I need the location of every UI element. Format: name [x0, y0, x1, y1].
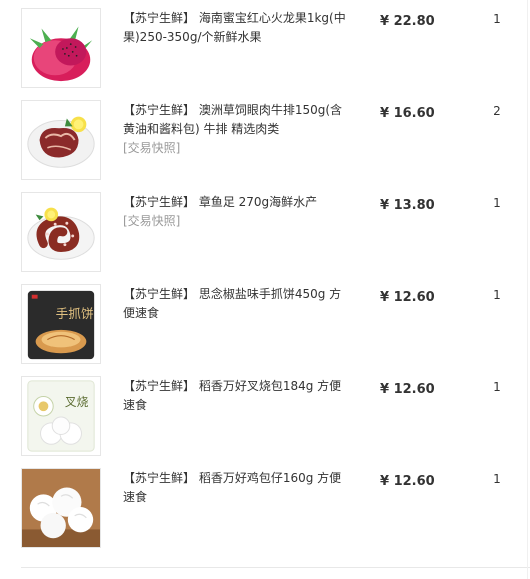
- product-title-text[interactable]: 【苏宁生鲜】 稻香万好叉烧包184g 方便速食: [123, 379, 341, 412]
- quantity: 1: [493, 196, 501, 210]
- quantity: 1: [493, 380, 501, 394]
- unit-price: ¥ 12.60: [380, 290, 435, 305]
- octopus-image: [22, 193, 100, 271]
- unit-price: ¥ 13.80: [380, 198, 435, 213]
- product-title[interactable]: 【苏宁生鲜】 稻香万好叉烧包184g 方便速食: [123, 377, 348, 415]
- product-title[interactable]: 【苏宁生鲜】 思念椒盐味手抓饼450g 方便速食: [123, 285, 348, 323]
- product-title[interactable]: 【苏宁生鲜】 章鱼足 270g海鲜水产 [交易快照]: [123, 193, 348, 231]
- unit-price: ¥ 22.80: [380, 14, 435, 29]
- order-item: 【苏宁生鲜】 稻香万好鸡包仔160g 方便速食 ¥ 12.60 1: [0, 468, 530, 560]
- order-item-list: 【苏宁生鲜】 海南蜜宝红心火龙果1kg(中果)250-350g/个新鲜水果 ¥ …: [0, 0, 530, 579]
- pancake-package-image: 手抓饼: [22, 285, 100, 363]
- unit-price: ¥ 12.60: [380, 474, 435, 489]
- trade-snapshot-link[interactable]: [交易快照]: [123, 212, 348, 231]
- quantity: 1: [493, 12, 501, 26]
- right-edge-divider: [527, 0, 528, 579]
- product-image-octopus[interactable]: [21, 192, 101, 272]
- unit-price: ¥ 16.60: [380, 106, 435, 121]
- product-image-steak[interactable]: [21, 100, 101, 180]
- chicken-bun-image: [22, 469, 100, 547]
- quantity: 1: [493, 472, 501, 486]
- product-image-dragon-fruit[interactable]: [21, 8, 101, 88]
- product-title-text[interactable]: 【苏宁生鲜】 海南蜜宝红心火龙果1kg(中果)250-350g/个新鲜水果: [123, 11, 346, 44]
- order-item: 叉烧 【苏宁生鲜】 稻香万好叉烧包184g 方便速食 ¥ 12.60 1: [0, 376, 530, 468]
- product-image-chicken-bun[interactable]: [21, 468, 101, 548]
- quantity: 1: [493, 288, 501, 302]
- product-title-text[interactable]: 【苏宁生鲜】 章鱼足 270g海鲜水产: [123, 195, 317, 209]
- list-bottom-divider: [21, 567, 530, 568]
- package-label: 叉烧: [65, 395, 89, 409]
- product-image-pancake[interactable]: 手抓饼: [21, 284, 101, 364]
- unit-price: ¥ 12.60: [380, 382, 435, 397]
- product-title-text[interactable]: 【苏宁生鲜】 澳洲草饲眼肉牛排150g(含黄油和酱料包) 牛排 精选肉类: [123, 103, 342, 136]
- product-image-char-siu-bun[interactable]: 叉烧: [21, 376, 101, 456]
- package-label: 手抓饼: [56, 306, 94, 321]
- dragon-fruit-image: [22, 9, 100, 87]
- quantity: 2: [493, 104, 501, 118]
- product-title[interactable]: 【苏宁生鲜】 澳洲草饲眼肉牛排150g(含黄油和酱料包) 牛排 精选肉类 [交易…: [123, 101, 348, 158]
- product-title-text[interactable]: 【苏宁生鲜】 思念椒盐味手抓饼450g 方便速食: [123, 287, 341, 320]
- order-item: 【苏宁生鲜】 章鱼足 270g海鲜水产 [交易快照] ¥ 13.80 1: [0, 192, 530, 284]
- order-item: 【苏宁生鲜】 澳洲草饲眼肉牛排150g(含黄油和酱料包) 牛排 精选肉类 [交易…: [0, 100, 530, 192]
- trade-snapshot-link[interactable]: [交易快照]: [123, 139, 348, 158]
- order-item: 【苏宁生鲜】 海南蜜宝红心火龙果1kg(中果)250-350g/个新鲜水果 ¥ …: [0, 8, 530, 100]
- steak-image: [22, 101, 100, 179]
- product-title-text[interactable]: 【苏宁生鲜】 稻香万好鸡包仔160g 方便速食: [123, 471, 341, 504]
- product-title[interactable]: 【苏宁生鲜】 稻香万好鸡包仔160g 方便速食: [123, 469, 348, 507]
- order-item: 手抓饼 【苏宁生鲜】 思念椒盐味手抓饼450g 方便速食 ¥ 12.60 1: [0, 284, 530, 376]
- char-siu-bun-package-image: 叉烧: [22, 377, 100, 455]
- product-title[interactable]: 【苏宁生鲜】 海南蜜宝红心火龙果1kg(中果)250-350g/个新鲜水果: [123, 9, 348, 47]
